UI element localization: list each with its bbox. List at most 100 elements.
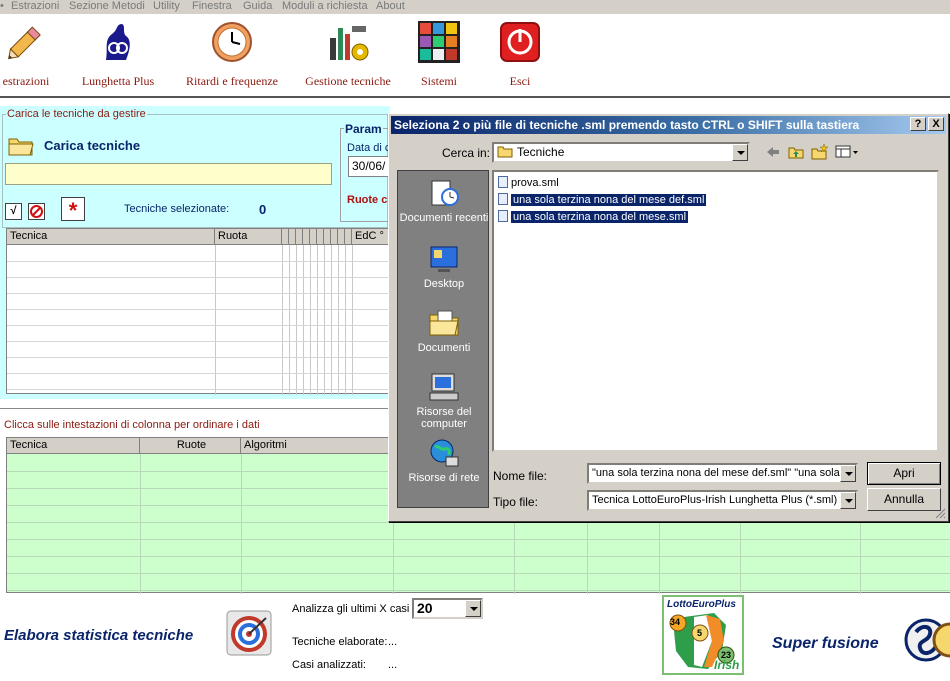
carica-tecniche-label: Carica tecniche bbox=[44, 138, 141, 153]
new-folder-icon bbox=[811, 143, 829, 160]
col-tecnica-results[interactable]: Tecnica bbox=[7, 438, 140, 454]
pencil-icon bbox=[4, 20, 48, 64]
menu-guida[interactable]: Guida bbox=[243, 0, 272, 12]
menu-moduli[interactable]: Moduli a richiesta bbox=[282, 0, 368, 12]
back-button[interactable] bbox=[765, 144, 781, 160]
lottery-logo-icon bbox=[96, 20, 140, 64]
file-item[interactable]: una sola terzina nona del mese def.sml bbox=[498, 193, 707, 208]
tipo-file-select[interactable]: Tecnica LottoEuroPlus-Irish Lunghetta Pl… bbox=[587, 490, 858, 511]
cerca-label: Cerca in: bbox=[442, 146, 491, 160]
documents-folder-icon bbox=[428, 307, 460, 339]
view-menu-icon bbox=[835, 145, 858, 158]
select-all-button[interactable]: √ bbox=[5, 203, 22, 220]
col-edc[interactable]: EdC ° bbox=[352, 229, 391, 245]
lunghetta-plus-button[interactable]: Lunghetta Plus bbox=[70, 20, 166, 89]
tools-icon bbox=[326, 20, 370, 64]
desktop-icon bbox=[428, 243, 460, 275]
file-open-dialog: Seleziona 2 o più file di tecniche .sml … bbox=[388, 113, 949, 522]
file-list[interactable]: prova.sml una sola terzina nona del mese … bbox=[492, 170, 939, 452]
new-folder-button[interactable] bbox=[811, 143, 829, 160]
folder-icon bbox=[8, 138, 34, 156]
place-recenti[interactable]: Documenti recenti bbox=[398, 177, 490, 224]
star-icon: * bbox=[68, 198, 78, 223]
power-icon bbox=[498, 20, 542, 64]
menu-arrow-icon: • bbox=[0, 0, 4, 12]
elaborate-value: ... bbox=[388, 636, 398, 648]
col-ruote-results[interactable]: Ruote bbox=[140, 438, 241, 454]
footer: Elabora statistica tecniche Analizza gli… bbox=[0, 594, 950, 681]
carica-panel: Carica le tecniche da gestire Carica tec… bbox=[0, 106, 400, 399]
sml-file-icon bbox=[498, 193, 508, 205]
chevron-down-icon[interactable] bbox=[840, 492, 856, 509]
analizza-label: Analizza gli ultimi X casi bbox=[292, 603, 410, 615]
chevron-down-icon[interactable] bbox=[465, 600, 481, 617]
forbidden-icon bbox=[30, 205, 43, 218]
dialog-title: Seleziona 2 o più file di tecniche .sml … bbox=[391, 116, 946, 134]
up-folder-button[interactable] bbox=[788, 144, 804, 160]
ruote-label: Ruote c bbox=[347, 194, 388, 206]
sml-file-icon bbox=[498, 210, 508, 222]
color-grid-icon bbox=[417, 20, 461, 64]
analizza-select[interactable]: 20 bbox=[412, 598, 483, 619]
file-item[interactable]: prova.sml bbox=[498, 176, 559, 191]
elabora-button[interactable] bbox=[226, 610, 272, 656]
check-icon: √ bbox=[10, 205, 17, 217]
toolbar: estrazioni Lunghetta Plus Ritardi e freq… bbox=[0, 14, 950, 98]
resize-grip[interactable] bbox=[934, 507, 946, 519]
super-fusione-label: Super fusione bbox=[772, 635, 879, 652]
col-tecnica[interactable]: Tecnica bbox=[7, 229, 215, 245]
menu-finestra[interactable]: Finestra bbox=[192, 0, 232, 12]
estrazioni-button[interactable]: estrazioni bbox=[0, 20, 58, 89]
chevron-down-icon[interactable] bbox=[732, 144, 748, 161]
tecniche-grid[interactable]: Tecnica Ruota EdC ° bbox=[6, 228, 391, 395]
place-computer[interactable]: Risorse del computer bbox=[398, 371, 490, 430]
apri-button[interactable]: Apri bbox=[867, 462, 941, 485]
back-arrow-icon bbox=[767, 147, 779, 157]
resize-grip-icon bbox=[935, 508, 946, 519]
computer-icon bbox=[428, 371, 460, 403]
menu-about[interactable]: About bbox=[376, 0, 405, 12]
up-folder-icon bbox=[788, 147, 804, 159]
file-item[interactable]: una sola terzina nona del mese.sml bbox=[498, 210, 689, 225]
path-field[interactable] bbox=[5, 163, 332, 185]
selected-count: 0 bbox=[259, 202, 267, 217]
deselect-button[interactable] bbox=[28, 203, 45, 220]
folder-icon bbox=[497, 146, 513, 158]
nome-file-input[interactable]: "una sola terzina nona del mese def.sml"… bbox=[587, 463, 858, 484]
help-button[interactable]: ? bbox=[910, 117, 926, 131]
view-menu-button[interactable] bbox=[835, 145, 859, 159]
recent-documents-icon bbox=[428, 177, 460, 209]
cerca-select[interactable]: Tecniche bbox=[492, 142, 750, 163]
place-rete[interactable]: Risorse di rete bbox=[398, 437, 490, 484]
target-icon bbox=[226, 610, 272, 656]
casi-value: ... bbox=[388, 659, 398, 671]
place-desktop[interactable]: Desktop bbox=[398, 243, 490, 290]
menu-bar: • Estrazioni Sezione Metodi Utility Fine… bbox=[0, 0, 950, 14]
selected-label: Tecniche selezionate: bbox=[124, 203, 230, 215]
network-globe-icon bbox=[428, 437, 460, 469]
close-button[interactable]: X bbox=[928, 117, 944, 131]
sistemi-button[interactable]: Sistemi bbox=[406, 20, 472, 89]
menu-utility[interactable]: Utility bbox=[153, 0, 180, 12]
date-label: Data di c bbox=[347, 142, 391, 154]
sort-hint: Clicca sulle intestazioni di colonna per… bbox=[4, 419, 260, 431]
gestione-tecniche-button[interactable]: Gestione tecniche bbox=[294, 20, 402, 89]
elabora-label: Elabora statistica tecniche bbox=[4, 627, 194, 644]
menu-estrazioni[interactable]: Estrazioni bbox=[11, 0, 59, 12]
col-ruota[interactable]: Ruota bbox=[215, 229, 282, 245]
menu-sezione-metodi[interactable]: Sezione Metodi bbox=[69, 0, 145, 12]
place-documenti[interactable]: Documenti bbox=[398, 307, 490, 354]
delete-button[interactable]: * bbox=[61, 197, 85, 223]
ritardi-frequenze-button[interactable]: Ritardi e frequenze bbox=[175, 20, 289, 89]
clock-icon bbox=[210, 20, 254, 64]
chevron-down-icon[interactable] bbox=[840, 465, 856, 482]
places-bar: Documenti recenti Desktop Documenti Riso… bbox=[397, 170, 489, 508]
tipo-file-label: Tipo file: bbox=[493, 495, 538, 509]
fusion-icon bbox=[904, 618, 950, 662]
super-fusione-button[interactable] bbox=[902, 616, 950, 664]
sml-file-icon bbox=[498, 176, 508, 188]
annulla-button[interactable]: Annulla bbox=[867, 488, 941, 511]
col-estrazioni[interactable] bbox=[282, 229, 352, 245]
esci-button[interactable]: Esci bbox=[490, 20, 550, 89]
casi-label: Casi analizzati: bbox=[292, 659, 366, 671]
